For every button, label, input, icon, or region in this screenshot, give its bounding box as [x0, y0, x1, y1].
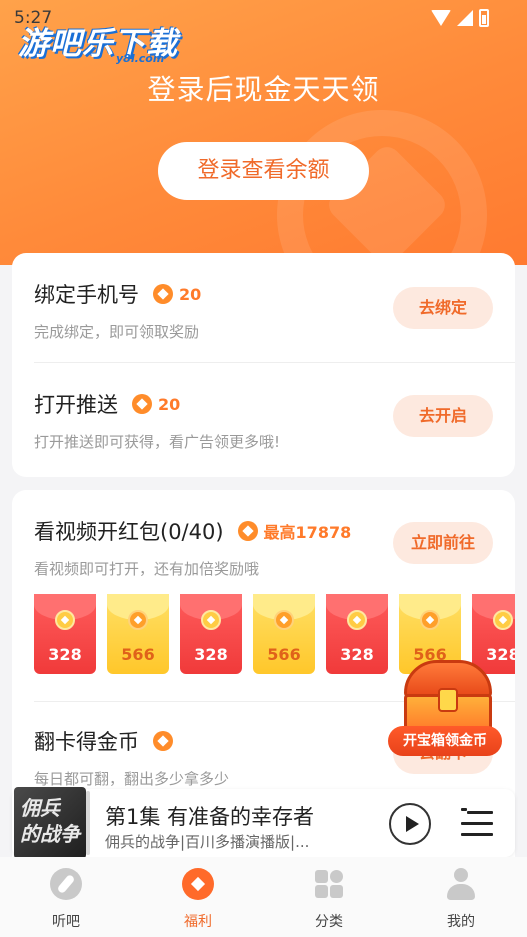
tab-mine[interactable]: 我的	[411, 857, 511, 937]
red-packet[interactable]: 566	[253, 594, 315, 674]
signal-icon	[457, 10, 473, 26]
task-title: 翻卡得金币	[34, 730, 139, 754]
basic-tasks-card: 绑定手机号 20 完成绑定，即可领取奖励 去绑定 打开推送 20 打开推送即可获…	[12, 253, 515, 477]
red-packet[interactable]: 566	[107, 594, 169, 674]
task-title: 看视频开红包(0/40)	[34, 520, 224, 544]
coin-seal-icon	[55, 610, 75, 630]
category-grid-icon	[313, 868, 345, 900]
person-icon	[445, 868, 477, 900]
coin-seal-icon	[274, 610, 294, 630]
coin-seal-icon	[201, 610, 221, 630]
battery-icon	[479, 9, 489, 27]
red-packet[interactable]: 328	[180, 594, 242, 674]
red-packet[interactable]: 328	[34, 594, 96, 674]
episode-title: 第1集 有准备的幸存者	[105, 805, 315, 829]
open-treasure-button[interactable]: 开宝箱领金币	[388, 726, 502, 756]
coin-seal-icon	[493, 610, 513, 630]
playlist-icon[interactable]	[461, 807, 493, 841]
coin-icon	[153, 284, 173, 304]
task-video-red-packet: 看视频开红包(0/40) 最高17878 看视频即可打开，还有加倍奖励哦 立即前…	[34, 516, 493, 579]
task-coin-amount: 20	[179, 284, 202, 304]
watermark-url: y8l.com	[116, 52, 165, 65]
tab-listen[interactable]: 听吧	[16, 857, 116, 937]
task-coin-amount: 最高17878	[263, 523, 352, 542]
album-cover[interactable]: 佣兵 的战争	[14, 787, 86, 859]
task-enable-push: 打开推送 20 打开推送即可获得，看广告领更多哦! 去开启	[34, 389, 493, 452]
coin-seal-icon	[420, 610, 440, 630]
red-packet-amount: 328	[340, 645, 374, 664]
tab-category[interactable]: 分类	[279, 857, 379, 937]
tab-label: 分类	[315, 914, 343, 930]
task-title: 打开推送	[34, 393, 118, 417]
go-now-button[interactable]: 立即前往	[393, 522, 493, 564]
cover-edge	[86, 791, 90, 855]
task-title: 绑定手机号	[34, 283, 139, 307]
task-coin-amount: 20	[158, 394, 181, 414]
coin-icon	[153, 731, 173, 751]
red-packet-amount: 566	[121, 645, 155, 664]
cover-text: 佣兵	[20, 796, 60, 820]
compass-icon	[50, 868, 82, 900]
tab-label: 我的	[447, 914, 475, 930]
welfare-icon	[182, 868, 214, 900]
task-bind-phone: 绑定手机号 20 完成绑定，即可领取奖励 去绑定	[34, 279, 493, 342]
cover-text: 的战争	[20, 822, 80, 846]
mini-player[interactable]: 佣兵 的战争 第1集 有准备的幸存者 佣兵的战争|百川多播演播版|...	[12, 787, 515, 859]
episode-subtitle: 佣兵的战争|百川多播演播版|...	[105, 833, 310, 851]
red-packet-amount: 328	[194, 645, 228, 664]
tab-label: 听吧	[52, 914, 80, 930]
coin-icon	[132, 394, 152, 414]
login-check-balance-button[interactable]: 登录查看余额	[158, 142, 369, 200]
coin-seal-icon	[128, 610, 148, 630]
tab-label: 福利	[184, 914, 212, 930]
status-icons	[431, 9, 489, 27]
play-icon[interactable]	[389, 803, 431, 845]
bind-phone-button[interactable]: 去绑定	[393, 287, 493, 329]
red-packet-amount: 328	[48, 645, 82, 664]
divider	[34, 362, 515, 363]
red-packet[interactable]: 328	[326, 594, 388, 674]
tab-welfare[interactable]: 福利	[148, 857, 248, 937]
header-title: 登录后现金天天领	[147, 73, 380, 106]
bottom-tab-bar: 听吧 福利 分类 我的	[0, 857, 527, 937]
coin-icon	[237, 521, 258, 541]
wifi-icon	[431, 10, 451, 26]
red-packet-amount: 566	[267, 645, 301, 664]
enable-push-button[interactable]: 去开启	[393, 395, 493, 437]
coin-seal-icon	[347, 610, 367, 630]
